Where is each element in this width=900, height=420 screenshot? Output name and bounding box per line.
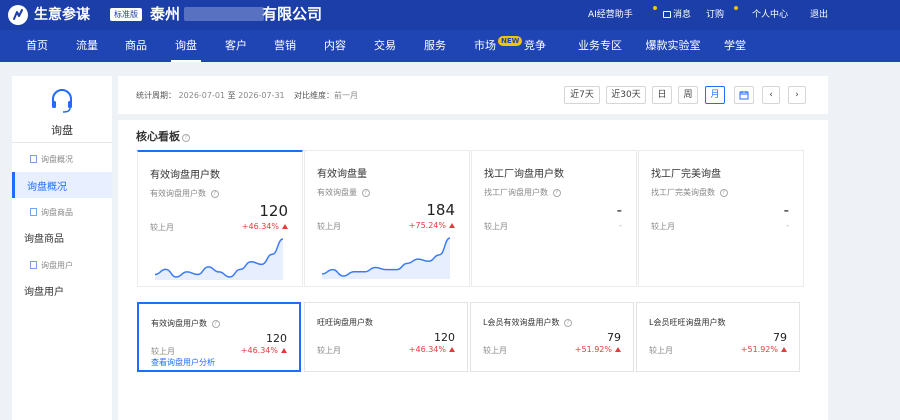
nav-inquiry[interactable]: 询盘 xyxy=(171,30,201,62)
arrow-up-icon xyxy=(449,347,455,352)
sparkline-chart xyxy=(321,237,451,279)
metric-card-factory-inquiry-users[interactable]: 找工厂询盘用户数 找工厂询盘用户数 ? - 较上月 - xyxy=(471,150,637,287)
nav-competition[interactable]: 竞争 xyxy=(520,30,550,62)
change-percent: +51.92% xyxy=(575,345,621,354)
metric-card-valid-inquiry-users[interactable]: 有效询盘用户数 有效询盘用户数 ? 120 较上月 +46.34% xyxy=(137,150,303,287)
sidebar-item-overview-sub[interactable]: 询盘概况 xyxy=(30,154,73,166)
compare-dimension[interactable]: 对比维度：前一月 xyxy=(294,90,358,101)
mini-card-l-member-valid-inquiry-users[interactable]: L会员有效询盘用户数 ? 79 较上月 +51.92% xyxy=(470,302,634,372)
mini-card-wangwang-inquiry-users[interactable]: 旺旺询盘用户数 120 较上月 +46.34% xyxy=(304,302,468,372)
nav-business-zone[interactable]: 业务专区 xyxy=(574,30,626,62)
change-percent: +46.34% xyxy=(409,345,455,354)
sidebar-item-overview[interactable]: 询盘概况 xyxy=(12,172,112,198)
sparkline-area xyxy=(322,238,450,279)
range-week-button[interactable]: 周 xyxy=(678,86,698,104)
edition-badge: 标准版 xyxy=(110,8,142,21)
metric-value: - xyxy=(783,201,789,219)
metric-value: 79 xyxy=(773,331,787,344)
arrow-up-icon xyxy=(281,348,287,353)
sidebar-divider xyxy=(12,142,112,143)
nav-content[interactable]: 内容 xyxy=(320,30,350,62)
change-percent: +46.34% xyxy=(241,346,287,355)
subscribe-link[interactable]: 订购 xyxy=(706,9,724,21)
change-percent: +46.34% xyxy=(242,222,288,231)
filter-bar: 统计周期： 2026-07-01 至 2026-07-31 对比维度：前一月 近… xyxy=(118,76,828,114)
nav-academy[interactable]: 学堂 xyxy=(720,30,750,62)
metric-card-factory-perfect-inquiry[interactable]: 找工厂完美询盘 找工厂完美询盘数 ? - 较上月 - xyxy=(638,150,804,287)
range-7d-button[interactable]: 近7天 xyxy=(564,86,600,104)
messages-link[interactable]: 消息 xyxy=(663,9,691,21)
metric-value: 120 xyxy=(434,331,455,344)
chevron-left-icon: ‹ xyxy=(769,90,773,100)
help-icon[interactable]: ? xyxy=(211,320,220,328)
arrow-up-icon xyxy=(615,347,621,352)
sidebar-title: 询盘 xyxy=(51,124,73,137)
arrow-up-icon xyxy=(449,223,455,228)
change-percent: +51.92% xyxy=(741,345,787,354)
nav-product[interactable]: 商品 xyxy=(121,30,151,62)
period-selector[interactable]: 统计周期： 2026-07-01 至 2026-07-31 xyxy=(136,90,285,101)
sidebar-item-products[interactable]: 询盘商品 xyxy=(24,233,64,247)
top-bar: 生意参谋 标准版 泰州 有限公司 AI经营助手 消息 订购 个人中心 退出 xyxy=(0,0,900,30)
nav-trade[interactable]: 交易 xyxy=(370,30,400,62)
message-icon xyxy=(663,11,671,18)
metric-value: - xyxy=(616,201,622,219)
metric-card-valid-inquiry-count[interactable]: 有效询盘量 有效询盘量 ? 184 较上月 +75.24% xyxy=(304,150,470,287)
calendar-button[interactable] xyxy=(734,86,754,104)
document-icon xyxy=(30,208,37,216)
nav-customer[interactable]: 客户 xyxy=(221,30,251,62)
nav-home[interactable]: 首页 xyxy=(22,30,52,62)
logo-icon[interactable] xyxy=(8,5,28,25)
metric-value: 184 xyxy=(426,201,455,219)
ai-assistant-link[interactable]: AI经营助手 xyxy=(588,9,633,21)
sidebar-item-products-sub[interactable]: 询盘商品 xyxy=(30,207,73,219)
arrow-up-icon xyxy=(781,347,787,352)
subscribe-dot xyxy=(734,6,738,10)
range-month-button[interactable]: 月 xyxy=(705,86,725,104)
board-title: 核心看板? xyxy=(136,128,190,144)
nav-service[interactable]: 服务 xyxy=(420,30,450,62)
help-icon[interactable]: ? xyxy=(564,319,573,327)
range-30d-button[interactable]: 近30天 xyxy=(606,86,646,104)
arrow-up-icon xyxy=(282,224,288,229)
help-icon[interactable]: ? xyxy=(210,190,219,198)
nav-hot-lab[interactable]: 爆款实验室 xyxy=(642,30,704,62)
notify-dot xyxy=(653,6,657,10)
calendar-icon xyxy=(739,91,749,100)
mini-card-valid-inquiry-users[interactable]: 有效询盘用户数 ? 120 较上月 +46.34% 查看询盘用户分析 xyxy=(137,302,301,372)
chevron-right-icon: › xyxy=(795,90,799,100)
change-percent: - xyxy=(786,221,789,230)
sidebar-item-users[interactable]: 询盘用户 xyxy=(24,286,64,300)
document-icon xyxy=(30,155,37,163)
nav-marketing[interactable]: 营销 xyxy=(270,30,300,62)
metric-value: 120 xyxy=(266,332,287,345)
mini-card-l-member-wangwang-inquiry-users[interactable]: L会员旺旺询盘用户数 79 较上月 +51.92% xyxy=(636,302,800,372)
brand-name[interactable]: 生意参谋 xyxy=(34,7,90,23)
document-icon xyxy=(30,261,37,269)
view-user-analysis-link[interactable]: 查看询盘用户分析 xyxy=(151,357,215,368)
nav-market[interactable]: 市场 xyxy=(470,30,500,62)
prev-period-button[interactable]: ‹ xyxy=(762,86,780,104)
help-icon[interactable]: ? xyxy=(719,189,728,197)
help-icon[interactable]: ? xyxy=(552,189,561,197)
company-name-redaction xyxy=(184,7,264,21)
metric-value: 120 xyxy=(259,202,288,220)
personal-center-link[interactable]: 个人中心 xyxy=(752,9,788,21)
sparkline-area xyxy=(155,239,283,280)
headset-icon xyxy=(52,89,72,113)
range-day-button[interactable]: 日 xyxy=(652,86,672,104)
new-badge: NEW xyxy=(498,36,523,46)
logout-link[interactable]: 退出 xyxy=(810,9,828,21)
change-percent: - xyxy=(619,221,622,230)
help-icon[interactable]: ? xyxy=(361,189,370,197)
main-nav: 首页 流量 商品 询盘 客户 营销 内容 交易 服务 市场 NEW 竞争 业务专… xyxy=(0,30,900,62)
help-icon[interactable]: ? xyxy=(182,134,190,142)
sidebar-item-users-sub[interactable]: 询盘用户 xyxy=(30,260,73,272)
sparkline-chart xyxy=(154,238,284,280)
metric-value: 79 xyxy=(607,331,621,344)
change-percent: +75.24% xyxy=(409,221,455,230)
nav-traffic[interactable]: 流量 xyxy=(72,30,102,62)
sidebar: 询盘 询盘概况 询盘概况 询盘商品 询盘商品 询盘用户 询盘用户 xyxy=(12,76,112,420)
next-period-button[interactable]: › xyxy=(788,86,806,104)
